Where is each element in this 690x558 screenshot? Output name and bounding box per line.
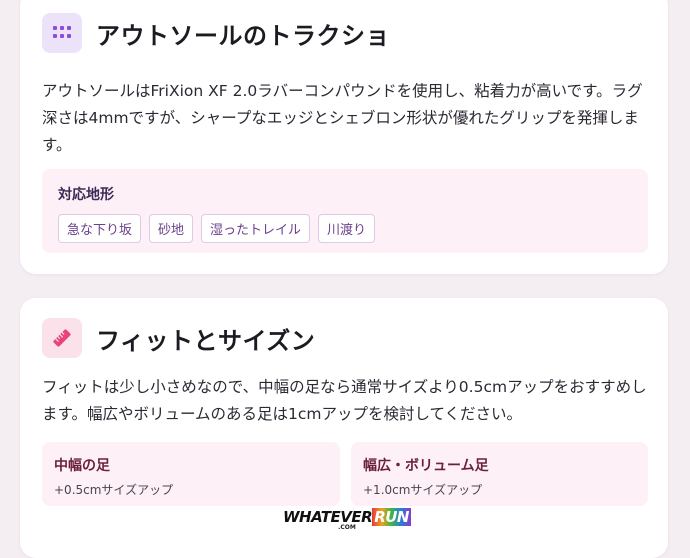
outsole-card-title: アウトソールのトラクショ — [96, 21, 390, 50]
terrain-chip: 砂地 — [149, 214, 194, 243]
terrain-panel: 対応地形 急な下り坂 砂地 湿ったトレイル 川渡り — [42, 169, 648, 253]
logo-domain: .COM — [338, 524, 356, 531]
ruler-icon — [42, 318, 82, 358]
terrain-chip: 湿ったトレイル — [201, 214, 311, 243]
outsole-card-header: アウトソールのトラクショ — [42, 13, 390, 53]
fit-option-advice: +1.0cmサイズアップ — [363, 483, 483, 497]
fit-option-medium: 中幅の足 +0.5cmサイズアップ — [42, 442, 340, 506]
outsole-description: アウトソールはFriXion XF 2.0ラバーコンパウンドを使用し、粘着力が高… — [42, 82, 643, 154]
fit-option-title: 幅広・ボリューム足 — [363, 458, 489, 474]
fit-option-advice: +0.5cmサイズアップ — [54, 483, 174, 497]
logo-main: WHATEVER — [283, 508, 373, 526]
logo-accent: RUN — [372, 508, 411, 526]
fit-description: フィットは少し小さめなので、中幅の足なら通常サイズより0.5cmアップをおすすめ… — [42, 378, 647, 423]
fit-card-header: フィットとサイズン — [42, 318, 315, 358]
terrain-chip: 川渡り — [318, 214, 376, 243]
whateverrun-logo: WHATEVER RUN .COM — [283, 508, 411, 538]
fit-card-title: フィットとサイズン — [96, 326, 316, 355]
grid-icon — [42, 13, 82, 53]
fit-option-title: 中幅の足 — [54, 458, 110, 474]
terrain-chips: 急な下り坂 砂地 湿ったトレイル 川渡り — [58, 214, 632, 243]
terrain-chip: 急な下り坂 — [58, 214, 142, 243]
outsole-traction-card: アウトソールのトラクショ アウトソールはFriXion XF 2.0ラバーコンパ… — [20, 0, 668, 274]
terrain-label: 対応地形 — [58, 187, 114, 203]
fit-option-wide: 幅広・ボリューム足 +1.0cmサイズアップ — [351, 442, 648, 506]
